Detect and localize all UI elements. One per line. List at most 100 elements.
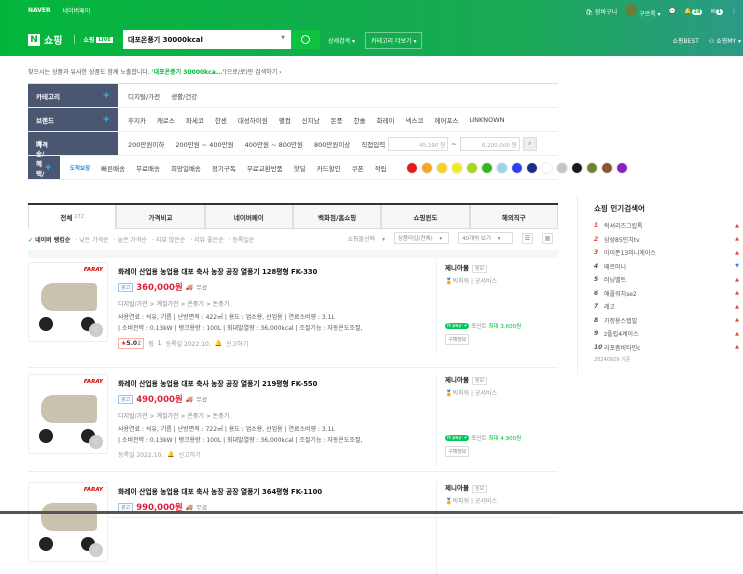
tab-4[interactable]: 쇼핑윈도 [381,205,470,229]
plus-icon[interactable]: + [102,115,110,125]
popular-keyword[interactable]: 9 z플립4케이스 ▲ [594,327,743,341]
popular-keyword[interactable]: 7 레고 ▲ [594,300,743,314]
seller-name[interactable]: 제니아몰 정보 [445,374,558,385]
sort-option[interactable]: · 리뷰 많은순 [152,235,185,244]
exact-search-suffix[interactable]: (으로/로)만 검색하기 › [224,69,281,76]
naverpay-link[interactable]: 네이버페이 [63,6,91,15]
color-swatch[interactable] [570,161,583,174]
sort-option[interactable]: · 높은 가격순 [114,235,147,244]
brand-option[interactable]: UNKNOWN [469,116,504,124]
delivery-option[interactable]: 빠른배송 [101,163,125,173]
popular-keyword[interactable]: 1 럭셔리즈그립톡 ▲ [594,219,743,233]
color-swatch[interactable] [540,161,553,174]
filter-option[interactable]: 디지털/가전 [128,91,160,101]
product-category[interactable]: 디지털/가전 > 계절가전 > 온풍기 > 돈풍기 [118,411,428,420]
category-more-button[interactable]: 카테고리 더보기 ▾ [365,32,423,49]
brand-option[interactable]: 한센 [215,115,227,125]
exact-search-link[interactable]: '대포온풍기 30000kca...' [152,69,225,76]
report-icon[interactable]: 🔔 [167,451,174,458]
color-swatch[interactable] [615,161,628,174]
purchase-info-button[interactable]: 구매정보 [445,334,470,345]
popular-keyword[interactable]: 4 때르미니 ▼ [594,260,743,274]
color-swatch[interactable] [480,161,493,174]
shopping-best-link[interactable]: 쇼핑BEST [672,36,698,45]
price-option[interactable]: 800만원이상 [314,139,350,149]
brand-option[interactable]: 에어포스 [435,115,459,125]
product-type-select[interactable]: 상품타입(전체) ▾ [394,232,449,244]
heart-icon[interactable]: ♡ [89,323,103,337]
product-title[interactable]: 화레이 산업용 농업용 대포 축사 농장 공장 열풍기 128평형 FK-330 [118,266,428,276]
price-search-button[interactable]: ⌕ [522,136,537,151]
popular-keyword[interactable]: 8 가정용스텝밀 ▲ [594,314,743,328]
tab-1[interactable]: 가격비교 [116,205,205,229]
price-min-input[interactable]: 45,290 원 [388,136,449,151]
delivery-option[interactable]: 정기구독 [212,163,236,173]
brand-option[interactable]: 신지남 [302,115,320,125]
color-swatch[interactable] [405,161,418,174]
product-image[interactable]: FARAY ♡ [28,482,108,562]
detail-search-button[interactable]: 상세검색 ▾ [328,36,355,45]
filter-option[interactable]: 생활/건강 [171,91,197,101]
zzim-label[interactable]: 찜 [148,339,154,348]
color-swatch[interactable] [435,161,448,174]
popular-keyword[interactable]: 6 애플워치se2 ▲ [594,287,743,301]
sort-option[interactable]: · 낮은 가격순 [75,235,108,244]
seller-name[interactable]: 제니아몰 정보 [445,482,558,493]
product-title[interactable]: 화레이 산업용 농업용 대포 축사 농장 공장 열풍기 219평형 FK-550 [118,378,428,388]
seller-name[interactable]: 제니아몰 정보 [445,262,558,273]
shopping-live-link[interactable]: 쇼핑 LIVE [74,35,113,44]
report-icon[interactable]: 🔔 [215,340,222,347]
sort-option[interactable]: · 리뷰 좋은순 [190,235,223,244]
brand-option[interactable]: 캐로스 [157,115,175,125]
delivery-option[interactable]: 쿠폰 [352,163,364,173]
user-menu[interactable]: 구르륵 ▾ [625,4,661,18]
brand-option[interactable]: 화레이 [377,115,395,125]
delivery-option[interactable]: 적립 [375,163,387,173]
delivery-option[interactable]: 카드할인 [317,163,341,173]
color-swatch[interactable] [600,161,613,174]
popular-keyword[interactable]: 5 러닝벨트 ▲ [594,273,743,287]
price-max-input[interactable]: 6,200,000 원 [459,136,520,151]
shopping-my-link[interactable]: ⚇ 쇼핑MY ▾ [709,36,741,45]
ad-badge[interactable]: 광고 [118,394,134,404]
bell-icon[interactable]: 🔔 28 [684,8,703,15]
purchase-info-button[interactable]: 구매정보 [445,446,470,457]
delivery-option[interactable]: 도착보장 [70,164,90,172]
delivery-option[interactable]: 핫딜 [294,163,306,173]
brand-option[interactable]: 후지카 [128,115,146,125]
brand-option[interactable]: 팰컴 [279,115,291,125]
rating-badge[interactable]: ★5.02 [118,338,145,349]
tab-3[interactable]: 백화점/홈쇼핑 [292,205,382,229]
popular-keyword[interactable]: 3 아이폰13미니케이스 ▲ [594,246,743,260]
shopping-logo[interactable]: N 쇼핑 쇼핑 LIVE [28,32,113,47]
popular-keyword[interactable]: 10 리포좀비타민c ▲ [594,341,743,355]
plus-icon[interactable]: + [102,91,110,101]
delivery-option[interactable]: 희망일배송 [171,163,201,173]
seller-info-tag[interactable]: 정보 [471,265,488,273]
ad-badge[interactable]: 광고 [118,282,134,292]
color-swatch[interactable] [585,161,598,174]
seller-info-tag[interactable]: 정보 [471,377,488,385]
report-link[interactable]: 신고하기 [179,450,201,459]
price-option[interactable]: 200만원 ~ 400만원 [175,139,233,149]
color-swatch[interactable] [510,161,523,174]
sort-option[interactable]: · 등록일순 [229,235,255,244]
product-image[interactable]: FARAY ♡ [28,374,108,454]
more-icon[interactable]: ⋮ [731,8,737,15]
color-swatch[interactable] [450,161,463,174]
brand-option[interactable]: 돈풍 [331,115,343,125]
grid-view-icon[interactable]: ▦ [542,232,553,244]
tab-2[interactable]: 네이버페이 [204,205,293,229]
color-swatch[interactable] [555,161,568,174]
list-view-icon[interactable]: ☰ [522,232,533,244]
dropdown-caret-icon[interactable]: ▼ [281,35,285,41]
heart-icon[interactable]: ♡ [89,435,103,449]
report-link[interactable]: 신고하기 [226,339,248,348]
price-option[interactable]: 400만원 ~ 800만원 [245,139,303,149]
brand-option[interactable]: 한솔 [354,115,366,125]
mall-select[interactable]: 쇼핑몰선택 ▾ [347,234,385,243]
search-input[interactable]: 대포온풍기 30000kcal ▼ [123,30,291,49]
color-swatch[interactable] [420,161,433,174]
delivery-option[interactable]: 무료배송 [136,163,160,173]
delivery-option[interactable]: 무료교환반품 [247,163,283,173]
